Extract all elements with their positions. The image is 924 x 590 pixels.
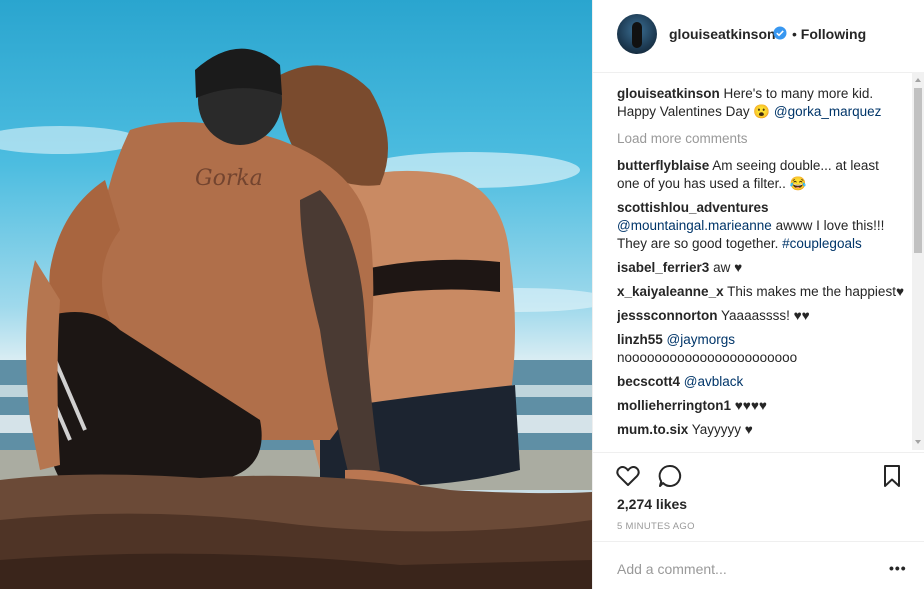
comments-list[interactable]: glouiseatkinson Here's to many more kid.… xyxy=(617,85,905,453)
list-item: scottishlou_adventures @mountaingal.mari… xyxy=(617,199,905,253)
post-timestamp[interactable]: 5 MINUTES AGO xyxy=(617,521,695,532)
instagram-post-window: Gorka glouiseatkinson • Following glouis… xyxy=(0,0,924,589)
comments-scrollbar[interactable] xyxy=(912,72,924,450)
post-author-username[interactable]: glouiseatkinson xyxy=(669,26,776,42)
heart-icon[interactable] xyxy=(615,463,641,489)
follow-status[interactable]: • Following xyxy=(792,26,866,42)
list-item: butterflyblaise Am seeing double... at l… xyxy=(617,157,905,193)
likes-count[interactable]: 2,274 likes xyxy=(617,496,687,512)
bookmark-icon[interactable] xyxy=(879,463,905,489)
comment-text: nooooooooooooooooooooooo xyxy=(617,350,798,365)
comment-username[interactable]: jesssconnorton xyxy=(617,308,718,323)
comment-username[interactable]: mollieherrington1 xyxy=(617,398,731,413)
following-label[interactable]: Following xyxy=(801,26,866,42)
svg-text:Gorka: Gorka xyxy=(195,166,263,191)
list-item: becscott4 @avblack xyxy=(617,373,905,391)
comment-username[interactable]: butterflyblaise xyxy=(617,158,709,173)
mention-link[interactable]: @avblack xyxy=(684,374,743,389)
post-side-panel: glouiseatkinson • Following glouiseatkin… xyxy=(592,0,924,589)
comment-text: ♥♥♥♥ xyxy=(734,398,767,413)
post-actions-bar xyxy=(593,452,924,497)
avatar[interactable] xyxy=(617,14,657,54)
list-item: x_kaiyaleanne_x This makes me the happie… xyxy=(617,283,905,301)
comment-username[interactable]: x_kaiyaleanne_x xyxy=(617,284,724,299)
comment-username[interactable]: glouiseatkinson xyxy=(617,86,720,101)
list-item: mum.to.six Yayyyyy ♥ xyxy=(617,421,905,439)
comment-username[interactable]: becscott4 xyxy=(617,374,680,389)
more-options-button[interactable]: ••• xyxy=(889,560,907,576)
list-item: jesssconnorton Yaaaassss! ♥♥ xyxy=(617,307,905,325)
list-item: isabel_ferrier3 aw ♥ xyxy=(617,259,905,277)
post-header: glouiseatkinson • Following xyxy=(593,0,924,73)
beach-couple-photo: Gorka xyxy=(0,48,592,589)
add-comment-input[interactable]: Add a comment... xyxy=(617,561,727,577)
comment-username[interactable]: linzh55 xyxy=(617,332,663,347)
mention-link[interactable]: @mountaingal.marieanne xyxy=(617,218,772,233)
mention-link[interactable]: @gorka_marquez xyxy=(774,104,882,119)
add-comment-section: Add a comment... ••• xyxy=(593,541,924,590)
load-more-comments-button[interactable]: Load more comments xyxy=(617,130,905,148)
comment-text: Yaaaassss! ♥♥ xyxy=(721,308,810,323)
caption: glouiseatkinson Here's to many more kid.… xyxy=(617,85,905,121)
verified-badge-icon xyxy=(773,26,787,40)
comment-text: This makes me the happiest♥ xyxy=(727,284,904,299)
scroll-up-arrow-icon[interactable] xyxy=(915,78,921,82)
scrollbar-thumb[interactable] xyxy=(914,88,922,253)
list-item: mollieherrington1 ♥♥♥♥ xyxy=(617,397,905,415)
comment-username[interactable]: mum.to.six xyxy=(617,422,688,437)
list-item: linzh55 @jaymorgs nooooooooooooooooooooo… xyxy=(617,331,905,367)
hashtag-link[interactable]: #couplegoals xyxy=(782,236,862,251)
comment-username[interactable]: isabel_ferrier3 xyxy=(617,260,709,275)
mention-link[interactable]: @jaymorgs xyxy=(667,332,735,347)
comment-icon[interactable] xyxy=(657,463,683,489)
comment-username[interactable]: scottishlou_adventures xyxy=(617,200,769,215)
comment-text: aw ♥ xyxy=(713,260,743,275)
scroll-down-arrow-icon[interactable] xyxy=(915,440,921,444)
comment-text: Yayyyyy ♥ xyxy=(691,422,753,437)
post-photo[interactable]: Gorka xyxy=(0,0,592,589)
